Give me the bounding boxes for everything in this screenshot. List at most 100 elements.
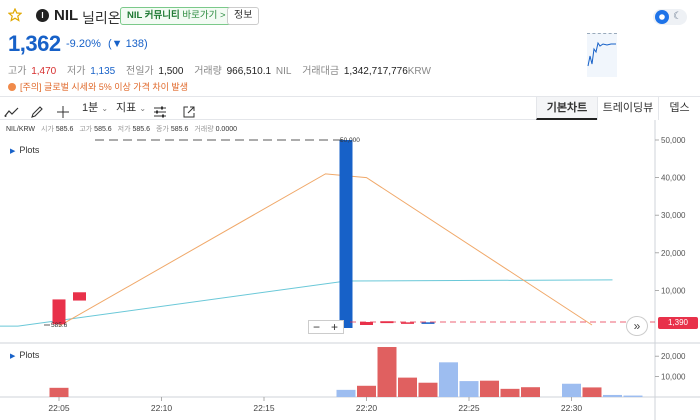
price-axis-label: 50,000 [661,136,686,145]
moon-icon: ☾ [673,11,682,22]
volume-plots-toggle[interactable]: ▶ Plots [10,350,39,360]
ohlc-close-value: 585.6 [170,126,189,133]
volume-bar [582,387,602,397]
high-label: 고가 [8,66,27,77]
chart-toolbar: 1분 ⌄ 지표 ⌄ 기본차트 트레이딩뷰 뎁스 [0,96,700,120]
warning-text: [주의] 글로벌 시세와 5% 이상 가격 차이 발생 [20,82,188,92]
interval-label: 1분 [82,102,99,114]
price-axis-label: 30,000 [661,211,686,220]
volume-bar [459,381,479,397]
ohlc-volume-value: 0.0000 [215,126,238,133]
plots-toggle[interactable]: ▶ Plots [10,145,39,155]
low-value: 1,135 [90,66,116,77]
value-label: 거래대금 [302,66,340,77]
volume-bar [439,362,458,397]
high-value: 1,470 [31,66,57,77]
volume-bar [562,383,581,397]
indicator-label: 지표 [116,102,137,114]
ohlc-close-label: 종가 [155,126,169,133]
theme-toggle[interactable]: ☾ [653,9,687,25]
candle [360,321,373,325]
volume-unit: NIL [275,66,292,77]
change-percent: -9.20% [66,38,101,50]
sun-icon [655,10,669,24]
zoom-control[interactable]: − + [308,320,344,334]
zoom-in-button[interactable]: + [331,321,338,333]
time-axis-label: 22:20 [356,403,378,413]
volume-bar [500,388,520,397]
warning-icon [8,83,16,91]
moving-average-line-orange [58,173,593,327]
time-axis-label: 22:05 [48,403,70,413]
price-volume-chart[interactable]: 50,000 40,000 30,000 20,000 10,000 20,000 10,0… [0,120,700,420]
price-axis-label: 40,000 [661,174,686,183]
price-axis-label: 20,000 [661,249,686,258]
expand-triangle-icon: ▶ [10,353,16,360]
chevron-down-icon: ⌄ [139,104,147,113]
low-label: 저가 [67,66,86,77]
value-value: 1,342,717,776 [343,66,408,77]
ohlc-legend: NIL/KRW 시가 585.6 고가 585.6 저가 585.6 종가 58… [6,124,241,134]
community-prefix: NIL 커뮤니티 [127,10,180,21]
coin-korean-name: 닐리온 [82,10,121,26]
tab-basic-chart[interactable]: 기본차트 [536,97,597,120]
peak-price-label: 50,000 [340,137,360,144]
volume-bar [336,389,356,397]
info-button[interactable]: 정보 [227,7,260,25]
scroll-to-latest-button[interactable]: » [626,316,648,336]
plots-label: Plots [19,145,40,155]
tab-depth[interactable]: 뎁스 [658,97,700,120]
volume-label: 거래량 [194,66,222,77]
change-amount: (▼ 138) [108,38,148,50]
mini-sparkline [587,33,617,77]
volume-axis-label: 10,000 [661,373,686,382]
ohlc-high-value: 585.6 [94,126,112,133]
ohlc-volume-label: 거래량 [194,126,214,133]
ohlc-low-value: 585.6 [132,126,151,133]
community-label: 바로가기 > [182,10,226,21]
volume-bar [521,387,540,397]
time-axis-label: 22:30 [561,403,583,413]
current-price-tag: 1,390 [658,317,698,329]
volume-bar [603,394,622,397]
volume-bar [357,385,376,397]
price-axis-label: 10,000 [661,286,686,295]
time-axis-label: 22:25 [458,403,480,413]
candle [73,292,86,301]
community-link-button[interactable]: NIL 커뮤니티 바로가기 > [120,7,233,25]
volume-bar [49,387,69,397]
pair-label: NIL/KRW [6,126,36,133]
volume-value: 966,510.1 [226,66,272,77]
interval-selector[interactable]: 1분 ⌄ [82,97,108,119]
coin-header: I NIL 닐리온 NIL 커뮤니티 바로가기 > 정보 ☾ 1,362 -9.… [0,0,700,98]
volume-bar [377,347,397,397]
time-axis-label: 22:15 [253,403,275,413]
current-price: 1,362 [8,31,61,56]
indicator-selector[interactable]: 지표 ⌄ [116,97,146,119]
coin-logo: I [36,9,49,22]
candle [421,322,435,324]
coin-symbol: NIL [54,7,79,24]
favorite-star-icon[interactable] [8,8,22,22]
volume-plots-label: Plots [19,350,40,360]
prev-value: 1,500 [158,66,184,77]
volume-bar [398,377,417,397]
chevron-down-icon: ⌄ [101,104,109,113]
ohlc-low-label: 저가 [117,126,131,133]
ohlc-open-value: 585.6 [55,126,74,133]
value-unit: KRW [407,66,431,77]
ohlc-high-label: 고가 [79,126,93,133]
time-axis-label: 22:10 [151,403,173,413]
volume-bar [480,380,499,397]
volume-axis-label: 20,000 [661,352,686,361]
chart-area[interactable]: 50,000 40,000 30,000 20,000 10,000 20,000 10,0… [0,120,700,420]
candle [401,322,414,324]
price-stats: 고가 1,470 저가 1,135 전일가 1,500 거래량 966,510.… [8,62,433,77]
expand-triangle-icon: ▶ [10,148,16,155]
zoom-out-button[interactable]: − [313,321,320,333]
candle [52,299,66,325]
prev-label: 전일가 [126,66,154,77]
volume-bar [418,382,438,397]
tab-tradingview[interactable]: 트레이딩뷰 [597,97,658,120]
low-price-marker: 585.6 [51,322,68,329]
